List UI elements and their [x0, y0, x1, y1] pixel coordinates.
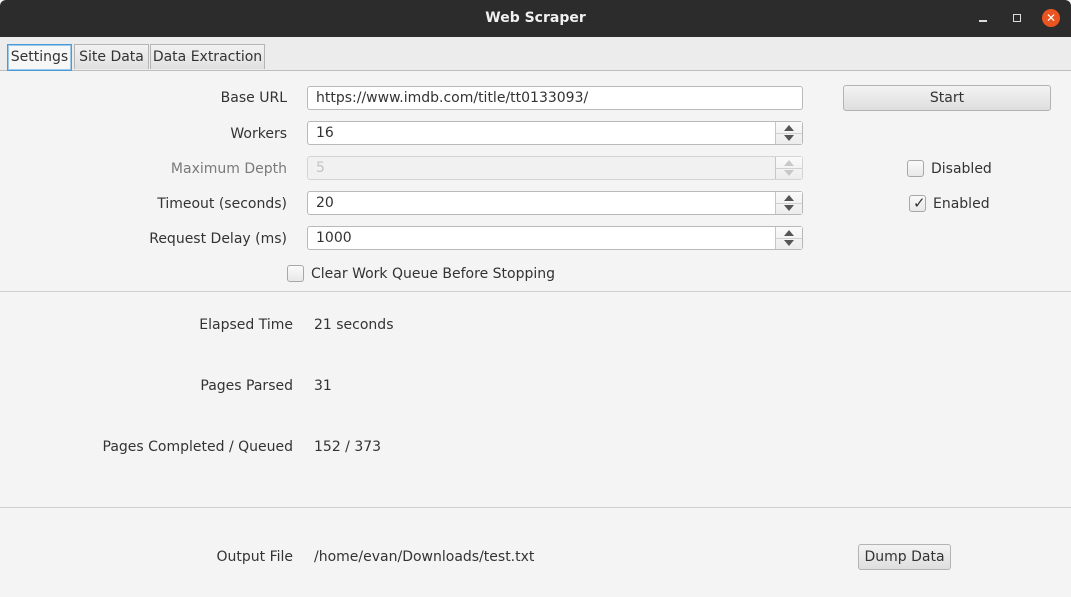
window-title: Web Scraper [485, 10, 586, 26]
section-divider [0, 291, 1071, 292]
max-depth-toggle-checkbox[interactable] [907, 160, 924, 177]
timeout-label: Timeout (seconds) [157, 196, 287, 212]
request-delay-stepper[interactable]: 1000 [307, 226, 803, 250]
increment-arrow-icon [784, 160, 794, 166]
max-depth-spinner [775, 157, 802, 179]
increment-arrow-icon[interactable] [784, 230, 794, 236]
dump-data-button[interactable]: Dump Data [858, 544, 951, 570]
elapsed-time-value: 21 seconds [314, 317, 394, 333]
section-divider [0, 507, 1071, 508]
request-delay-spinner[interactable] [775, 227, 802, 249]
timeout-toggle-label: Enabled [933, 196, 990, 212]
base-url-label: Base URL [220, 90, 287, 106]
max-depth-stepper: 5 [307, 156, 803, 180]
max-depth-toggle-label: Disabled [931, 161, 992, 177]
minimize-icon[interactable] [974, 9, 992, 27]
app-window: Web Scraper ✕ Settings Site Data Data Ex… [0, 0, 1071, 597]
pages-parsed-value: 31 [314, 378, 332, 394]
pages-completed-label: Pages Completed / Queued [102, 439, 294, 455]
title-bar[interactable]: Web Scraper ✕ [0, 0, 1071, 37]
workers-spinner[interactable] [775, 122, 802, 144]
output-file-label: Output File [216, 549, 293, 565]
request-delay-label: Request Delay (ms) [149, 231, 287, 247]
elapsed-time-label: Elapsed Time [199, 317, 293, 333]
base-url-input[interactable]: https://www.imdb.com/title/tt0133093/ [307, 86, 803, 110]
workers-stepper[interactable]: 16 [307, 121, 803, 145]
request-delay-value: 1000 [316, 230, 352, 246]
output-file-path: /home/evan/Downloads/test.txt [314, 549, 535, 565]
clear-queue-label: Clear Work Queue Before Stopping [311, 266, 555, 282]
start-button[interactable]: Start [843, 85, 1051, 111]
decrement-arrow-icon[interactable] [784, 205, 794, 211]
decrement-arrow-icon[interactable] [784, 240, 794, 246]
max-depth-label: Maximum Depth [170, 161, 287, 177]
workers-label: Workers [230, 126, 287, 142]
tab-bar: Settings Site Data Data Extraction [0, 37, 1071, 71]
timeout-toggle-checkbox[interactable]: ✓ [909, 194, 926, 212]
close-icon[interactable]: ✕ [1042, 9, 1060, 27]
decrement-arrow-icon [784, 170, 794, 176]
clear-queue-checkbox[interactable] [287, 265, 304, 282]
decrement-arrow-icon[interactable] [784, 135, 794, 141]
tab-settings[interactable]: Settings [7, 44, 72, 71]
checkmark-icon: ✓ [913, 194, 926, 212]
maximize-icon[interactable] [1008, 9, 1026, 27]
pages-completed-value: 152 / 373 [314, 439, 382, 455]
tab-site-data[interactable]: Site Data [74, 44, 149, 69]
pages-parsed-label: Pages Parsed [200, 378, 293, 394]
timeout-value: 20 [316, 195, 334, 211]
timeout-stepper[interactable]: 20 [307, 191, 803, 215]
max-depth-value: 5 [316, 160, 325, 176]
timeout-spinner[interactable] [775, 192, 802, 214]
tab-data-extraction[interactable]: Data Extraction [150, 44, 265, 69]
increment-arrow-icon[interactable] [784, 125, 794, 131]
increment-arrow-icon[interactable] [784, 195, 794, 201]
workers-value: 16 [316, 125, 334, 141]
